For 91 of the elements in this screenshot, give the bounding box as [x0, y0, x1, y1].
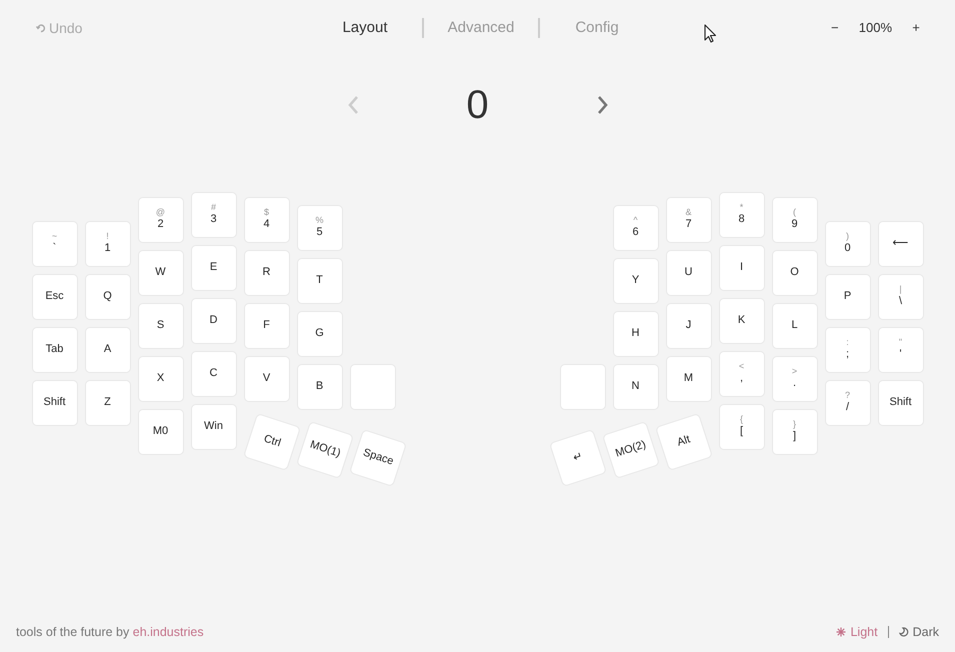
zoom-out-button[interactable]: −: [824, 18, 845, 38]
shift-legend: #: [210, 203, 216, 214]
shift-legend: !: [106, 232, 109, 242]
keyboard-key[interactable]: F: [244, 303, 290, 349]
shift-legend: ): [846, 232, 849, 242]
keyboard-key[interactable]: R: [244, 250, 290, 296]
shift-legend: {: [740, 415, 743, 426]
keyboard-key[interactable]: ^ 6: [612, 205, 658, 251]
keyboard-key[interactable]: Q: [84, 274, 130, 320]
keyboard-key[interactable]: ) 0: [824, 221, 870, 267]
keyboard-key[interactable]: V: [244, 356, 290, 402]
keyboard-key[interactable]: ? /: [824, 380, 870, 426]
keyboard-key[interactable]: U: [666, 250, 712, 296]
shift-legend: ?: [844, 391, 850, 402]
theme-option[interactable]: Dark: [898, 622, 939, 642]
thumb-key[interactable]: MO(1): [296, 421, 354, 479]
nav-tab[interactable]: Layout: [308, 16, 422, 40]
keyboard-key[interactable]: < ,: [718, 351, 764, 397]
thumb-key[interactable]: Alt: [654, 413, 712, 471]
shift-legend: ~: [52, 232, 58, 242]
thumb-key[interactable]: MO(2): [602, 421, 660, 479]
zoom-level: 100%: [858, 19, 892, 38]
shift-legend: ^: [633, 216, 638, 226]
shift-legend: *: [740, 203, 744, 214]
keyboard-key[interactable]: W: [138, 250, 184, 296]
layer-number: 0: [465, 85, 490, 125]
keyboard-key[interactable]: X: [138, 356, 184, 402]
keyboard-key[interactable]: L: [772, 303, 818, 349]
shift-legend: <: [738, 362, 744, 372]
keyboard-key[interactable]: K: [718, 298, 764, 344]
keyboard-key[interactable]: I: [718, 245, 764, 291]
next-layer-button[interactable]: [596, 95, 608, 115]
thumb-key[interactable]: Space: [348, 429, 406, 487]
keyboard-key[interactable]: & 7: [666, 197, 712, 243]
keyboard-key[interactable]: B: [296, 364, 342, 410]
keyboard-key[interactable]: : ;: [824, 327, 870, 373]
shift-legend: >: [792, 367, 798, 378]
keyboard-key[interactable]: N: [612, 364, 658, 410]
keyboard-key[interactable]: } ]: [772, 409, 818, 455]
keyboard-key[interactable]: { [: [718, 404, 764, 450]
thumb-key[interactable]: Ctrl: [242, 413, 300, 471]
keyboard-key[interactable]: " ': [878, 327, 924, 373]
keyboard-key[interactable]: A: [84, 327, 130, 373]
keyboard-key[interactable]: Y: [612, 258, 658, 304]
keyboard-key[interactable]: M: [666, 356, 712, 402]
keyboard-key[interactable]: S: [138, 303, 184, 349]
keyboard-key[interactable]: ⟵: [878, 221, 924, 267]
chevron-right-icon: [596, 95, 608, 115]
keyboard-key[interactable]: @ 2: [138, 197, 184, 243]
keyboard-key[interactable]: Shift: [32, 380, 78, 426]
thumb-key[interactable]: ↵: [548, 429, 606, 487]
keyboard-key[interactable]: Shift: [878, 380, 924, 426]
keyboard-key[interactable]: G: [296, 311, 342, 357]
keyboard-key[interactable]: ( 9: [772, 197, 818, 243]
footer-credit: tools of the future by eh.industries: [16, 624, 204, 641]
keyboard-key[interactable]: * 8: [718, 192, 764, 238]
keyboard-key[interactable]: | \: [878, 274, 924, 320]
keyboard-key[interactable]: Z: [84, 380, 130, 426]
keyboard-key[interactable]: H: [612, 311, 658, 357]
keyboard-key[interactable]: Esc: [32, 274, 78, 320]
shift-legend: (: [793, 208, 796, 218]
sun-icon: [836, 627, 846, 637]
shift-legend: ": [898, 338, 902, 348]
shift-legend: }: [792, 420, 796, 430]
keyboard-key[interactable]: P: [824, 274, 870, 320]
keyboard-key[interactable]: ~ `: [32, 221, 78, 267]
shift-legend: %: [315, 216, 324, 226]
undo-icon: [36, 23, 46, 33]
shift-legend: @: [156, 208, 166, 218]
keyboard-key[interactable]: J: [666, 303, 712, 349]
keyboard-key[interactable]: Tab: [32, 327, 78, 373]
shift-legend: &: [685, 208, 692, 218]
keyboard-key[interactable]: T: [296, 258, 342, 304]
keyboard-key[interactable]: O: [772, 250, 818, 296]
shift-legend: :: [846, 338, 849, 348]
keyboard-key[interactable]: > .: [772, 356, 818, 402]
keyboard-key[interactable]: C: [190, 351, 236, 397]
mouse-pointer-icon: [704, 24, 717, 43]
shift-legend: $: [264, 208, 269, 218]
zoom-in-button[interactable]: +: [906, 18, 926, 38]
keyboard-key[interactable]: % 5: [296, 205, 342, 251]
keyboard-key[interactable]: D: [190, 298, 236, 344]
keyboard-key[interactable]: Win: [190, 404, 236, 450]
chevron-left-icon: [346, 95, 358, 115]
keyboard-key[interactable]: M0: [138, 409, 184, 455]
keyboard-key[interactable]: $ 4: [244, 197, 290, 243]
keyboard-key[interactable]: E: [190, 245, 236, 291]
keyboard-key[interactable]: ! 1: [84, 221, 130, 267]
moon-icon: [898, 627, 909, 637]
shift-legend: |: [899, 285, 902, 296]
keyboard-key[interactable]: # 3: [190, 192, 236, 238]
